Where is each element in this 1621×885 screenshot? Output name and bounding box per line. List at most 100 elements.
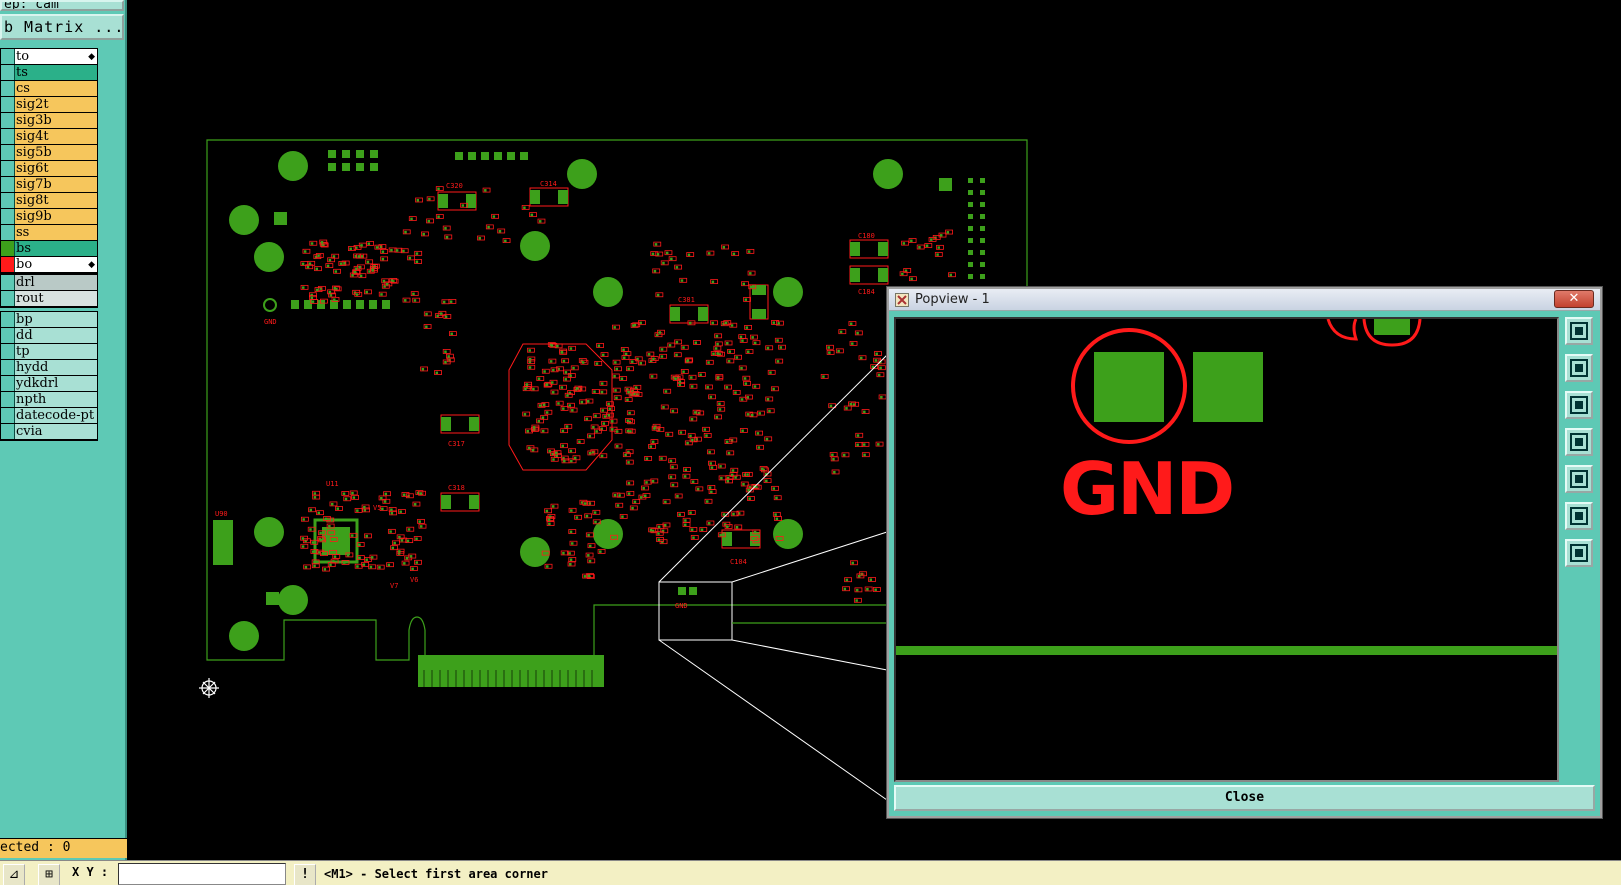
- zoom-out-icon[interactable]: [1565, 539, 1593, 567]
- layer-swatch[interactable]: [1, 344, 14, 359]
- layer-swatch[interactable]: [1, 81, 14, 96]
- layer-row-bo[interactable]: bo ◆: [1, 257, 97, 273]
- component-pad: [309, 508, 313, 512]
- component-pad: [708, 486, 712, 489]
- window-close-button[interactable]: ✕: [1554, 290, 1594, 308]
- component-pad: [633, 500, 637, 504]
- layer-swatch[interactable]: [1, 392, 14, 407]
- layer-row-hydd[interactable]: hydd: [1, 360, 97, 376]
- board-edge-trace: [896, 646, 1557, 655]
- layer-swatch[interactable]: [1, 177, 14, 192]
- popview-canvas[interactable]: GND: [894, 317, 1559, 782]
- component-pad: [662, 405, 665, 409]
- layer-row-sig8t[interactable]: sig8t: [1, 193, 97, 209]
- component-pad: [344, 497, 348, 501]
- pan-right-icon[interactable]: [1565, 465, 1593, 493]
- layer-row-cvia[interactable]: cvia: [1, 424, 97, 440]
- component-pad: [311, 550, 315, 553]
- popview-titlebar[interactable]: Popview - 1 ✕: [889, 289, 1600, 311]
- component-pad: [421, 367, 425, 371]
- layer-row-sig4t[interactable]: sig4t: [1, 129, 97, 145]
- layer-row-sig9b[interactable]: sig9b: [1, 209, 97, 225]
- component-pad: [530, 213, 534, 217]
- xy-input[interactable]: [118, 863, 286, 885]
- layer-name: tp: [15, 344, 97, 359]
- layer-row-to[interactable]: to ◆: [1, 49, 97, 65]
- component-pad: [564, 378, 567, 381]
- layer-swatch[interactable]: [1, 241, 14, 256]
- layer-name: sig5b: [15, 145, 97, 160]
- layer-swatch[interactable]: [1, 424, 14, 439]
- layer-row-cs[interactable]: cs: [1, 81, 97, 97]
- component-pad: [410, 217, 413, 221]
- component-pad: [774, 513, 777, 516]
- pan-up-icon[interactable]: [1565, 354, 1593, 382]
- component-pad: [398, 535, 401, 539]
- pan-left-icon[interactable]: [1565, 428, 1593, 456]
- close-button[interactable]: Close: [894, 785, 1595, 811]
- layer-row-tp[interactable]: tp: [1, 344, 97, 360]
- layer-row-sig7b[interactable]: sig7b: [1, 177, 97, 193]
- layer-swatch[interactable]: [1, 161, 14, 176]
- layer-swatch[interactable]: [1, 360, 14, 375]
- alert-icon[interactable]: !: [294, 864, 316, 885]
- component-pad: [523, 206, 526, 209]
- layer-swatch[interactable]: [1, 193, 14, 208]
- component-pad: [375, 246, 379, 249]
- layer-row-bp[interactable]: bp: [1, 312, 97, 328]
- layer-swatch[interactable]: [1, 129, 14, 144]
- layer-swatch[interactable]: [1, 275, 14, 290]
- layer-swatch[interactable]: [1, 225, 14, 240]
- layer-row-ts[interactable]: ts: [1, 65, 97, 81]
- component-pad: [419, 492, 423, 495]
- app-icon: [895, 293, 909, 307]
- layer-row-sig3b[interactable]: sig3b: [1, 113, 97, 129]
- zoom-indicator: [658, 354, 888, 801]
- layer-row-datecode-pt[interactable]: datecode-pt: [1, 408, 97, 424]
- step-field[interactable]: ep: cam: [0, 0, 124, 11]
- label-c381: C381: [678, 296, 695, 304]
- layer-swatch[interactable]: [1, 257, 14, 272]
- layer-swatch[interactable]: [1, 145, 14, 160]
- layer-row-ydkdrl[interactable]: ydkdrl: [1, 376, 97, 392]
- component-pad: [321, 243, 324, 246]
- layer-row-sig2t[interactable]: sig2t: [1, 97, 97, 113]
- layer-row-npth[interactable]: npth: [1, 392, 97, 408]
- layer-swatch[interactable]: [1, 328, 14, 343]
- pin-icon[interactable]: ◆: [88, 50, 95, 65]
- component-pad: [546, 565, 549, 568]
- layer-row-sig5b[interactable]: sig5b: [1, 145, 97, 161]
- grid-icon[interactable]: ⊞: [38, 864, 60, 885]
- layer-row-ss[interactable]: ss: [1, 225, 97, 241]
- component-pad: [568, 552, 571, 555]
- layer-swatch[interactable]: [1, 312, 14, 327]
- layer-row-dd[interactable]: dd: [1, 328, 97, 344]
- pin-icon[interactable]: ◆: [88, 258, 95, 273]
- layer-row-drl[interactable]: drl: [1, 275, 97, 291]
- component-pad: [608, 407, 612, 411]
- zoom-home-icon[interactable]: [1565, 317, 1593, 345]
- matrix-button[interactable]: b Matrix ...: [0, 14, 124, 40]
- component-pad: [613, 493, 617, 497]
- layer-swatch[interactable]: [1, 291, 14, 306]
- layer-swatch[interactable]: [1, 376, 14, 391]
- gnd-pad-1: [1094, 352, 1164, 422]
- measure-icon[interactable]: ⊿: [3, 864, 25, 885]
- zoom-in-icon[interactable]: [1565, 502, 1593, 530]
- layer-swatch[interactable]: [1, 408, 14, 423]
- layer-swatch[interactable]: [1, 209, 14, 224]
- layer-swatch[interactable]: [1, 65, 14, 80]
- layer-swatch[interactable]: [1, 49, 14, 64]
- layer-swatch[interactable]: [1, 97, 14, 112]
- component-pad: [616, 504, 620, 507]
- component-pad: [323, 568, 327, 571]
- component-pad: [449, 300, 453, 303]
- layer-row-sig6t[interactable]: sig6t: [1, 161, 97, 177]
- pan-down-icon[interactable]: [1565, 391, 1593, 419]
- component-pad: [389, 530, 392, 533]
- layer-row-rout[interactable]: rout: [1, 291, 97, 307]
- layer-swatch[interactable]: [1, 113, 14, 128]
- component-pad: [528, 357, 532, 361]
- component-pad: [593, 390, 596, 393]
- layer-row-bs[interactable]: bs: [1, 241, 97, 257]
